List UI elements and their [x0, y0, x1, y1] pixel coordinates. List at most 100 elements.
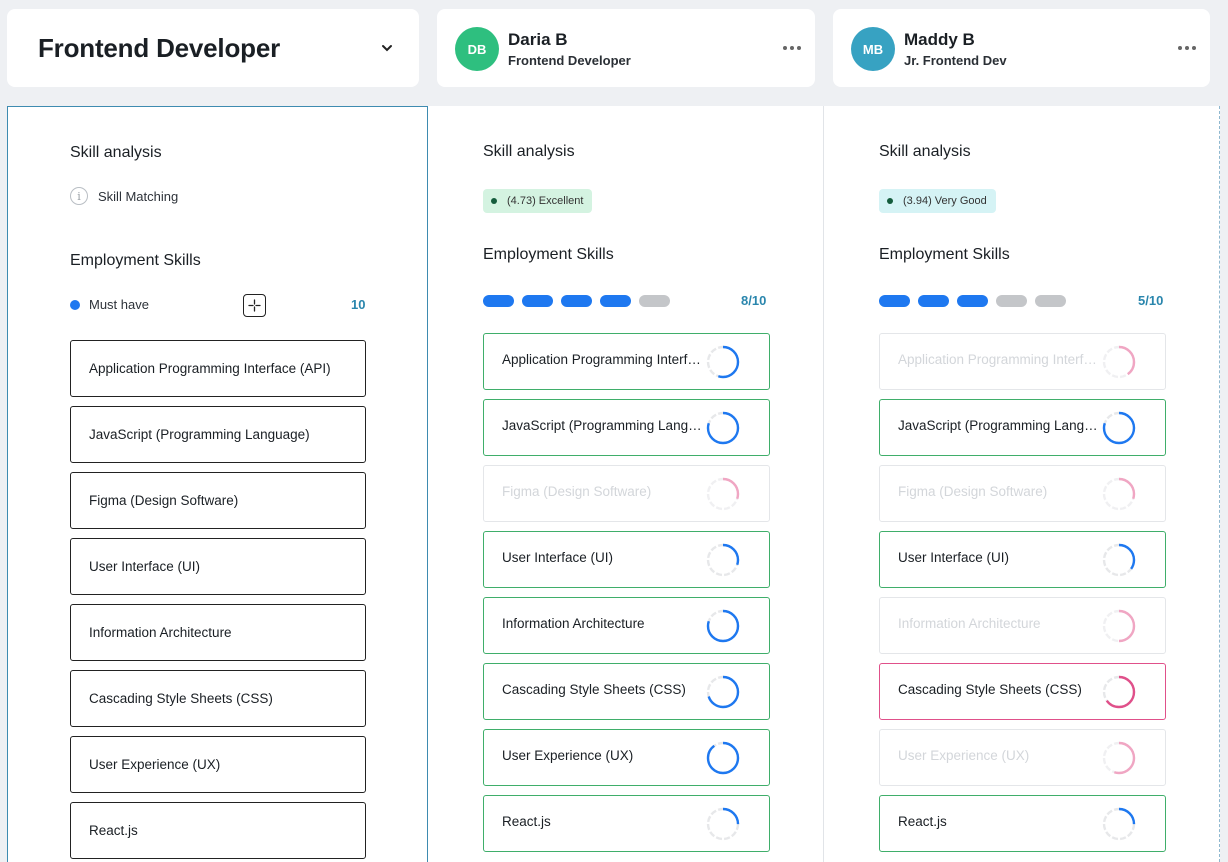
match-ring-icon [1102, 807, 1136, 841]
role-selector-card[interactable]: Frontend Developer [7, 9, 419, 87]
skill-analysis-heading: Skill analysis [879, 143, 971, 160]
skill-matching-row: i Skill Matching [70, 187, 178, 205]
candidate-role: Jr. Frontend Dev [904, 53, 1007, 68]
match-ring-icon [1102, 609, 1136, 643]
match-ring-icon [706, 345, 740, 379]
info-icon[interactable]: i [70, 187, 88, 205]
skill-item[interactable]: React.js [483, 795, 770, 852]
candidate-column-maddy: Skill analysis (3.94) Very Good Employme… [824, 106, 1220, 862]
skill-list: Application Programming Interface (API) J… [879, 333, 1166, 861]
match-ring-icon [706, 609, 740, 643]
skill-label: Application Programming Interface (API) [502, 352, 702, 367]
progress-segment [639, 295, 670, 307]
match-ring-icon [1102, 411, 1136, 445]
skill-analysis-heading: Skill analysis [483, 143, 575, 160]
skill-label: Information Architecture [502, 616, 645, 631]
progress-segment [522, 295, 553, 307]
skill-label: Figma (Design Software) [502, 484, 652, 499]
candidate-name: Daria B [508, 30, 568, 49]
skill-item[interactable]: Figma (Design Software) [70, 472, 366, 529]
progress-segment [918, 295, 949, 307]
avatar: DB [455, 27, 499, 71]
skill-label: User Experience (UX) [898, 748, 1030, 763]
match-ring-icon [706, 411, 740, 445]
skill-progress-bar [483, 295, 670, 307]
add-skill-button[interactable] [243, 294, 266, 317]
skill-analysis-heading: Skill analysis [70, 144, 162, 161]
skill-item[interactable]: User Interface (UI) [879, 531, 1166, 588]
skill-item[interactable]: Cascading Style Sheets (CSS) [70, 670, 366, 727]
progress-segment [561, 295, 592, 307]
candidate-card-daria[interactable]: DB Daria B Frontend Developer [437, 9, 815, 87]
match-ring-icon [706, 543, 740, 577]
skill-list: Application Programming Interface (API) … [70, 340, 366, 862]
skill-item[interactable]: User Interface (UI) [483, 531, 770, 588]
candidate-card-maddy[interactable]: MB Maddy B Jr. Frontend Dev [833, 9, 1210, 87]
skill-label: User Interface (UI) [502, 550, 614, 565]
skill-item[interactable]: Figma (Design Software) [879, 465, 1166, 522]
skill-label: Cascading Style Sheets (CSS) [898, 682, 1082, 697]
more-options-icon[interactable] [781, 40, 803, 56]
progress-segment [483, 295, 514, 307]
more-options-icon[interactable] [1176, 40, 1198, 56]
progress-segment [957, 295, 988, 307]
skill-label: JavaScript (Programming Language) [898, 418, 1098, 433]
rating-label: (4.73) Excellent [507, 195, 584, 207]
skill-item[interactable]: React.js [70, 802, 366, 859]
skill-list: Application Programming Interface (API) J… [483, 333, 770, 861]
skill-matching-label: Skill Matching [98, 188, 179, 204]
avatar: MB [851, 27, 895, 71]
must-have-legend: Must have [70, 297, 149, 312]
skill-item[interactable]: User Interface (UI) [70, 538, 366, 595]
match-ring-icon [706, 807, 740, 841]
employment-skills-heading: Employment Skills [879, 246, 1010, 263]
employment-skills-heading: Employment Skills [70, 252, 201, 269]
skill-item[interactable]: Application Programming Interface (API) [879, 333, 1166, 390]
employment-skills-heading: Employment Skills [483, 246, 614, 263]
skill-item[interactable]: Application Programming Interface (API) [70, 340, 366, 397]
skill-item[interactable]: JavaScript (Programming Language) [483, 399, 770, 456]
skill-item[interactable]: React.js [879, 795, 1166, 852]
comparison-panel: Skill analysis i Skill Matching Employme… [7, 106, 1220, 862]
skill-item[interactable]: Information Architecture [483, 597, 770, 654]
skill-item[interactable]: User Experience (UX) [70, 736, 366, 793]
skill-label: Information Architecture [898, 616, 1041, 631]
skill-label: Cascading Style Sheets (CSS) [502, 682, 686, 697]
skill-label: User Experience (UX) [502, 748, 634, 763]
chevron-down-icon[interactable] [379, 40, 395, 56]
requirements-column: Skill analysis i Skill Matching Employme… [7, 106, 428, 862]
rating-badge: (3.94) Very Good [879, 189, 996, 213]
skill-score: 8/10 [741, 293, 767, 308]
skill-item[interactable]: User Experience (UX) [483, 729, 770, 786]
rating-dot [491, 198, 497, 204]
match-ring-icon [1102, 741, 1136, 775]
match-ring-icon [706, 477, 740, 511]
candidate-name: Maddy B [904, 30, 975, 49]
must-have-dot [70, 299, 80, 310]
match-ring-icon [1102, 345, 1136, 379]
progress-segment [1035, 295, 1066, 307]
progress-segment [996, 295, 1027, 307]
progress-segment [600, 295, 631, 307]
skill-label: React.js [502, 814, 551, 829]
skill-item[interactable]: Cascading Style Sheets (CSS) [483, 663, 770, 720]
skill-item[interactable]: JavaScript (Programming Language) [879, 399, 1166, 456]
skill-item[interactable]: Information Architecture [70, 604, 366, 661]
skill-item[interactable]: Cascading Style Sheets (CSS) [879, 663, 1166, 720]
role-title: Frontend Developer [38, 33, 280, 63]
skill-item[interactable]: Figma (Design Software) [483, 465, 770, 522]
rating-label: (3.94) Very Good [903, 195, 987, 207]
skill-label: Application Programming Interface (API) [898, 352, 1098, 367]
candidate-column-daria: Skill analysis (4.73) Excellent Employme… [428, 106, 824, 862]
skill-progress-bar [879, 295, 1066, 307]
match-ring-icon [1102, 675, 1136, 709]
skill-item[interactable]: User Experience (UX) [879, 729, 1166, 786]
match-ring-icon [706, 741, 740, 775]
skill-item[interactable]: Application Programming Interface (API) [483, 333, 770, 390]
skill-item[interactable]: Information Architecture [879, 597, 1166, 654]
skill-label: Figma (Design Software) [898, 484, 1048, 499]
must-have-label: Must have [89, 297, 149, 312]
must-have-count: 10 [351, 297, 366, 312]
skill-item[interactable]: JavaScript (Programming Language) [70, 406, 366, 463]
skill-score: 5/10 [1138, 293, 1164, 308]
